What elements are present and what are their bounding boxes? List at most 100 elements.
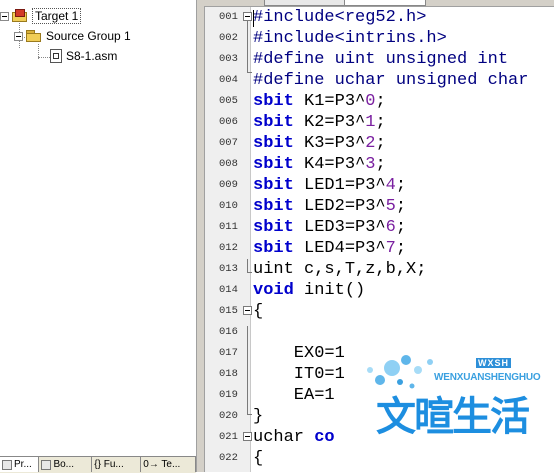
code-line[interactable]: 001 #include<reg52.h> [205,7,554,28]
code-line[interactable]: 007 sbit K3=P3^2; [205,133,554,154]
splitter[interactable] [197,0,205,472]
code-line[interactable]: 003 #define uint unsigned int [205,49,554,70]
panel-tabs: Pr... Bo... {} Fu... 0→ Te... [0,456,196,473]
code-line[interactable]: 022 { [205,448,554,469]
code-line[interactable]: 010 sbit LED2=P3^5; [205,196,554,217]
code-text: sbit K1=P3^0; [253,92,386,111]
code-text: sbit K4=P3^3; [253,155,386,174]
tree-item-label: Target 1 [32,8,82,24]
code-text: uchar co [253,428,335,447]
code-text: sbit LED4=P3^7; [253,239,407,258]
line-number: 004 [219,74,238,86]
line-number: 005 [219,95,238,107]
fold-toggle-icon[interactable] [243,306,252,315]
fold-toggle-icon[interactable] [243,12,252,21]
watermark-logo-text: 文暄生活 [375,393,531,441]
line-number: 020 [219,410,238,422]
code-text: } [253,407,264,426]
folder-icon [26,30,42,42]
tab-label: {} Fu... [94,459,124,470]
tab-label: 0→ Te... [143,459,181,470]
line-number: 002 [219,32,238,44]
code-line[interactable]: 009 sbit LED1=P3^4; [205,175,554,196]
fold-guide [247,259,248,272]
collapse-icon[interactable] [14,31,23,41]
asm-file-icon [50,49,62,63]
line-number: 014 [219,284,238,296]
fold-guide [247,21,248,72]
tab-functions[interactable]: {} Fu... [92,457,142,472]
code-line[interactable]: 011 sbit LED3=P3^6; [205,217,554,238]
line-number: 019 [219,389,238,401]
code-text: #define uchar unsigned char [253,71,529,90]
editor-tab[interactable] [264,0,346,6]
tree-item-label: Source Group 1 [46,29,131,43]
watermark-badge: WXSH [476,358,511,368]
tab-label: Pr... [14,459,32,470]
code-line[interactable]: 005 sbit K1=P3^0; [205,91,554,112]
code-text: { [253,449,264,468]
code-text: EX0=1 [253,344,345,363]
tree-item-target[interactable]: Target 1 [0,7,82,25]
line-number: 015 [219,305,238,317]
code-line[interactable]: 002 #include<intrins.h> [205,28,554,49]
line-number: 003 [219,53,238,65]
line-number: 021 [219,431,238,443]
tree-connector [38,57,50,58]
code-text: sbit LED1=P3^4; [253,176,407,195]
line-number: 001 [219,11,238,23]
books-icon [41,459,52,470]
line-number: 013 [219,263,238,275]
code-line[interactable]: 016 [205,322,554,343]
code-line[interactable]: 006 sbit K2=P3^1; [205,112,554,133]
line-number: 012 [219,242,238,254]
tree-item-file[interactable]: S8-1.asm [50,47,117,65]
tree-item-group[interactable]: Source Group 1 [14,27,131,45]
code-text: { [253,302,264,321]
line-number: 007 [219,137,238,149]
text-cursor [253,10,254,27]
tab-project[interactable]: Pr... [0,457,40,472]
code-line[interactable]: 015 { [205,301,554,322]
line-number: 018 [219,368,238,380]
fold-guide [247,326,248,414]
fold-guide-end [247,72,252,73]
code-text: sbit K2=P3^1; [253,113,386,132]
line-number: 009 [219,179,238,191]
fold-toggle-icon[interactable] [243,432,252,441]
line-number: 022 [219,452,238,464]
fold-guide-end [247,414,252,415]
watermark-subtitle: WENXUANSHENGHUO [434,372,541,383]
line-number: 016 [219,326,238,338]
fold-guide-end [247,272,252,273]
code-text: #define uint unsigned int [253,50,509,69]
code-text: sbit LED2=P3^5; [253,197,407,216]
project-panel: Target 1 Source Group 1 S8-1.asm Pr... B… [0,0,197,473]
code-text: void init() [253,281,366,300]
code-text: sbit LED3=P3^6; [253,218,407,237]
project-icon [2,459,12,470]
target-icon [12,9,28,23]
editor-tabstrip [204,0,554,7]
tree-item-label: S8-1.asm [66,49,118,63]
code-line[interactable]: 008 sbit K4=P3^3; [205,154,554,175]
code-text: #include<intrins.h> [253,29,447,48]
tab-templates[interactable]: 0→ Te... [141,457,196,472]
collapse-icon[interactable] [0,11,9,21]
editor-tab-active[interactable] [344,0,426,6]
tab-label: Bo... [53,459,75,470]
code-text: IT0=1 [253,365,345,384]
line-number: 011 [219,221,238,233]
code-line[interactable]: 012 sbit LED4=P3^7; [205,238,554,259]
code-text: sbit K3=P3^2; [253,134,386,153]
code-line[interactable]: 014 void init() [205,280,554,301]
line-number: 006 [219,116,238,128]
code-line[interactable]: 013 uint c,s,T,z,b,X; [205,259,554,280]
code-text: #include<reg52.h> [253,8,427,27]
line-number: 010 [219,200,238,212]
tab-books[interactable]: Bo... [39,457,93,472]
code-text: uint c,s,T,z,b,X; [253,260,427,279]
line-number: 017 [219,347,238,359]
code-line[interactable]: 004 #define uchar unsigned char [205,70,554,91]
line-number: 008 [219,158,238,170]
